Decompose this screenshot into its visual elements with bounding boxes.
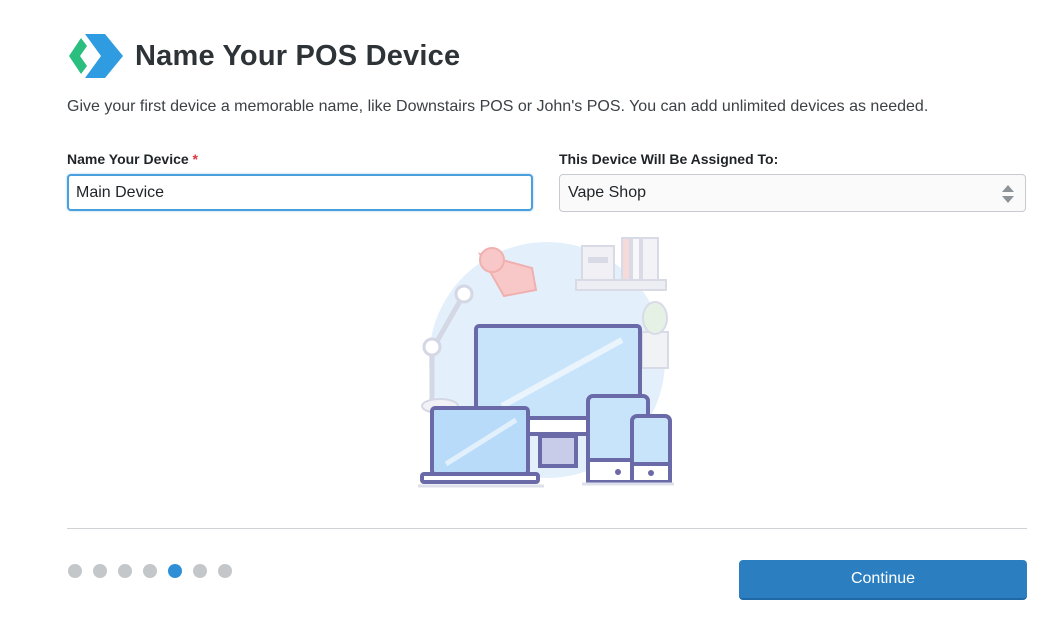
step-dot-5-active[interactable] (168, 564, 182, 578)
devices-illustration (418, 237, 674, 488)
chevron-logo-icon (69, 34, 123, 78)
step-dot-4[interactable] (143, 564, 157, 578)
step-dot-6[interactable] (193, 564, 207, 578)
wizard-step-indicator (68, 564, 243, 578)
select-arrows-icon (1002, 185, 1014, 203)
page-description: Give your first device a memorable name,… (67, 98, 929, 115)
continue-button[interactable]: Continue (739, 560, 1027, 600)
required-marker: * (192, 151, 198, 167)
assignment-label: This Device Will Be Assigned To: (559, 151, 779, 167)
page-title: Name Your POS Device (135, 39, 461, 72)
page-header: Name Your POS Device (67, 30, 460, 82)
assignment-select[interactable]: Vape Shop (559, 174, 1026, 212)
assignment-select-value: Vape Shop (568, 184, 646, 201)
step-dot-7[interactable] (218, 564, 232, 578)
device-name-label: Name Your Device * (67, 151, 198, 167)
device-name-label-text: Name Your Device (67, 151, 189, 167)
step-dot-3[interactable] (118, 564, 132, 578)
step-dot-1[interactable] (68, 564, 82, 578)
footer-divider (67, 528, 1027, 529)
step-dot-2[interactable] (93, 564, 107, 578)
device-name-input[interactable] (67, 174, 533, 211)
